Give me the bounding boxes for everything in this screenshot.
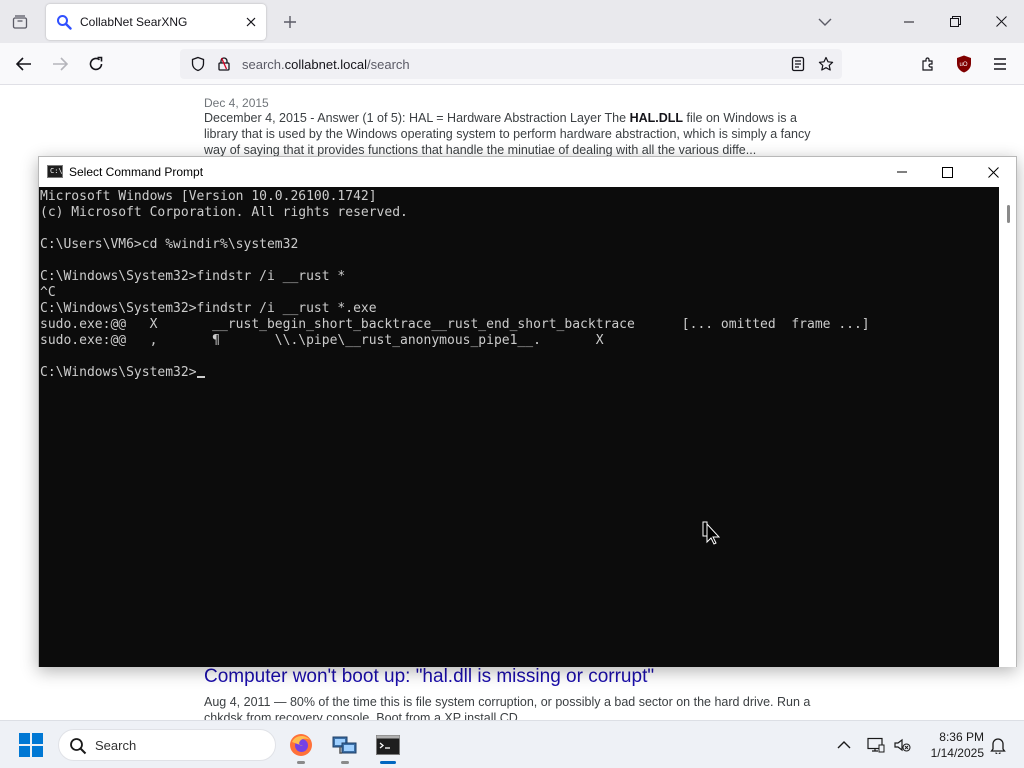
taskbar-cmd-app[interactable]	[371, 729, 405, 764]
forward-button[interactable]	[46, 50, 74, 78]
new-tab-button[interactable]	[278, 10, 302, 34]
taskbar-firefox-app[interactable]	[284, 729, 318, 764]
running-indicator	[297, 761, 305, 764]
speaker-muted-icon	[894, 738, 911, 752]
browser-tab-active[interactable]: CollabNet SearXNG	[46, 4, 266, 40]
cmd-close-button[interactable]	[970, 157, 1016, 187]
browser-restore-button[interactable]	[932, 0, 978, 43]
text-cursor	[196, 376, 205, 378]
windows-start-icon[interactable]	[18, 733, 44, 757]
cmd-minimize-button[interactable]	[879, 157, 925, 187]
reload-icon	[89, 56, 103, 71]
console-prompt: C:\Windows\System32>	[40, 365, 197, 380]
console-line: C:\Windows\System32>findstr /i __rust *	[40, 269, 346, 284]
shield-icon[interactable]	[188, 54, 208, 74]
monitor-icon	[867, 737, 885, 753]
tab-list-icon	[12, 15, 28, 29]
network-computers-icon	[332, 736, 357, 754]
console-scrollbar[interactable]	[999, 187, 1016, 667]
show-hidden-icons-button[interactable]	[832, 733, 856, 757]
console-line: ^C	[40, 285, 56, 300]
result-date: Dec 4, 2015	[204, 96, 269, 110]
address-bar[interactable]: search.collabnet.local/search	[180, 49, 842, 79]
site-info-icon[interactable]	[214, 54, 234, 74]
notifications-button[interactable]	[986, 733, 1010, 757]
ublock-button[interactable]: uO	[950, 50, 978, 78]
minimize-icon	[897, 171, 907, 173]
url-text: search.collabnet.local/search	[242, 57, 410, 72]
chevron-down-icon	[818, 18, 832, 26]
tab-title: CollabNet SearXNG	[80, 15, 188, 29]
tab-close-button[interactable]	[240, 11, 262, 33]
mouse-pointer-icon	[702, 521, 720, 545]
cmd-maximize-button[interactable]	[924, 157, 970, 187]
cmd-window-title: Select Command Prompt	[69, 165, 204, 179]
console-scrollbar-thumb[interactable]	[1007, 205, 1010, 223]
console-line: C:\Windows\System32>findstr /i __rust *.…	[40, 301, 377, 316]
maximize-icon	[941, 166, 953, 178]
close-icon	[246, 17, 256, 27]
arrow-left-icon	[16, 57, 31, 71]
plus-icon	[284, 16, 296, 28]
clock-time: 8:36 PM	[939, 730, 984, 744]
url-path: /search	[367, 57, 410, 72]
arrow-right-icon	[53, 57, 68, 71]
console-line: Microsoft Windows [Version 10.0.26100.17…	[40, 189, 377, 204]
firefox-icon	[290, 734, 312, 756]
console-line: (c) Microsoft Corporation. All rights re…	[40, 205, 408, 220]
clock-date: 1/14/2025	[930, 746, 984, 760]
cmd-title-bar[interactable]: C:\ Select Command Prompt	[39, 157, 1016, 187]
desktop-screen: CollabNet SearXNG search.collabnet.local…	[0, 0, 1024, 768]
tray-volume-icon[interactable]	[890, 733, 914, 757]
console-text: Microsoft Windows [Version 10.0.26100.17…	[40, 189, 870, 381]
windows-taskbar: Search 8:36 PM 1/14/2025	[0, 720, 1024, 768]
browser-nav-bar: search.collabnet.local/search uO	[0, 43, 1024, 85]
bell-icon	[990, 738, 1006, 754]
url-host: collabnet.local	[284, 57, 368, 72]
search-favicon-icon	[56, 14, 72, 30]
url-prefix: search.	[242, 57, 285, 72]
taskbar-network-app[interactable]	[328, 729, 362, 764]
result-snippet: December 4, 2015 - Answer (1 of 5): HAL …	[204, 111, 811, 157]
console-line: sudo.exe:@@ , ¶ \\.\pipe\__rust_anonymou…	[40, 333, 604, 348]
puzzle-icon	[922, 57, 933, 71]
minimize-icon	[904, 21, 914, 22]
hamburger-menu-icon	[994, 58, 1006, 70]
extensions-button[interactable]	[914, 50, 942, 78]
bookmark-star-icon[interactable]	[816, 54, 836, 74]
back-button[interactable]	[10, 50, 38, 78]
close-icon	[987, 166, 999, 178]
running-indicator-active	[380, 761, 396, 764]
taskbar-search-label: Search	[95, 738, 137, 753]
console-output-area[interactable]: Microsoft Windows [Version 10.0.26100.17…	[39, 187, 999, 667]
ublock-shield-icon: uO	[957, 55, 971, 73]
search-result-1: Dec 4, 2015 December 4, 2015 - Answer (1…	[204, 96, 824, 158]
result-title-link[interactable]: Computer won't boot up: "hal.dll is miss…	[204, 666, 824, 688]
browser-tab-strip: CollabNet SearXNG	[0, 0, 1024, 43]
terminal-icon	[376, 735, 400, 755]
list-all-tabs-button[interactable]	[813, 10, 837, 34]
running-indicator	[341, 761, 349, 764]
close-icon	[995, 16, 1007, 27]
console-line: C:\Users\VM6>cd %windir%\system32	[40, 237, 299, 252]
browser-close-button[interactable]	[978, 0, 1024, 43]
browser-minimize-button[interactable]	[886, 0, 932, 43]
firefox-view-button[interactable]	[8, 10, 32, 34]
svg-text:uO: uO	[960, 62, 968, 68]
restore-icon	[949, 16, 961, 27]
reader-view-icon[interactable]	[788, 54, 808, 74]
command-prompt-window[interactable]: C:\ Select Command Prompt Microsoft Wind…	[38, 156, 1017, 667]
app-menu-button[interactable]	[986, 50, 1014, 78]
console-line: sudo.exe:@@ X __rust_begin_short_backtra…	[40, 317, 870, 332]
cmd-app-icon: C:\	[47, 165, 63, 178]
search-result-2: Computer won't boot up: "hal.dll is miss…	[204, 666, 824, 726]
tray-display-icon[interactable]	[864, 733, 888, 757]
search-icon	[70, 738, 87, 755]
taskbar-clock[interactable]: 8:36 PM 1/14/2025	[914, 729, 984, 761]
taskbar-search-box[interactable]: Search	[58, 729, 276, 761]
reload-button[interactable]	[82, 50, 110, 78]
chevron-up-icon	[837, 741, 851, 749]
